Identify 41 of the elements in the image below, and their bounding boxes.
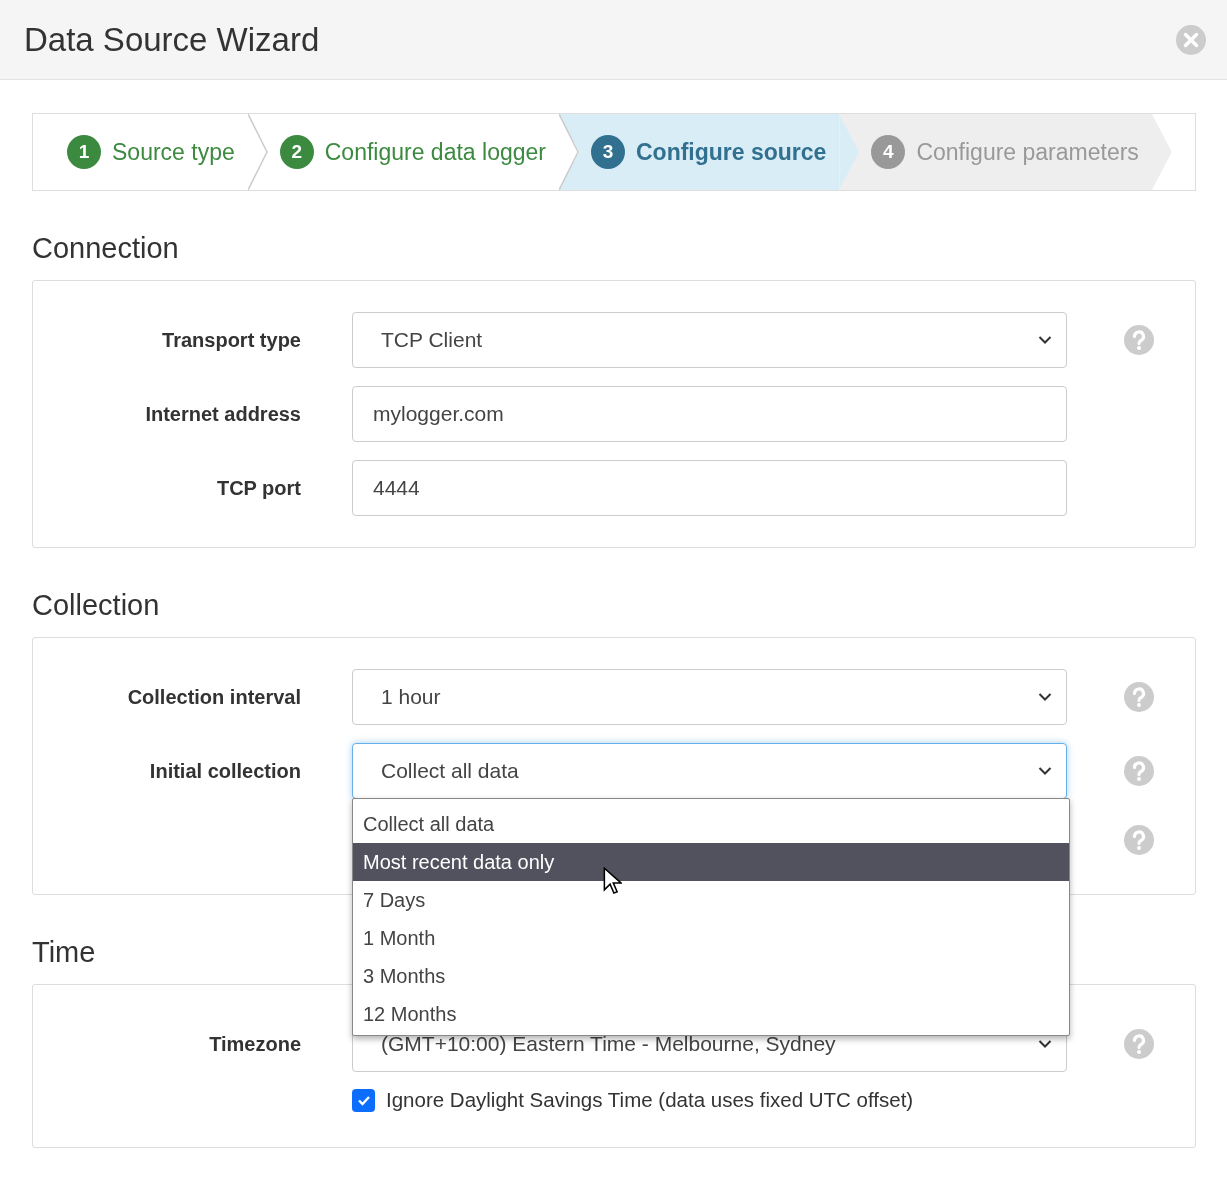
chevron-down-icon (1038, 766, 1052, 776)
field-label: Initial collection (148, 759, 301, 783)
input-field[interactable]: 4444 (352, 460, 1067, 516)
chevron-down-icon (1038, 1039, 1052, 1049)
chevron-down-icon (1038, 335, 1052, 345)
field-label: Collection interval (126, 685, 301, 709)
help-icon[interactable] (1123, 755, 1155, 787)
step-number: 2 (279, 135, 314, 169)
checkbox-label: Ignore Daylight Savings Time (data uses fixed UTC offset) (386, 1088, 914, 1112)
help-icon[interactable] (1123, 824, 1155, 856)
field-label: Timezone (208, 1032, 301, 1056)
step-label: Configure parameters (916, 138, 1139, 166)
field-label: TCP port (215, 476, 301, 500)
section-heading: Connection (32, 231, 179, 265)
field-label: Internet address (144, 402, 301, 426)
step-number: 4 (871, 135, 906, 169)
dropdown-option[interactable]: Collect all data (353, 805, 1069, 843)
select-field[interactable]: TCP Client (352, 312, 1067, 368)
section-heading: Collection (32, 588, 160, 622)
help-icon[interactable] (1123, 1028, 1155, 1060)
step-number: 1 (67, 135, 101, 169)
select-field[interactable]: 1 hour (352, 669, 1067, 725)
help-icon[interactable] (1123, 681, 1155, 713)
cursor-icon (602, 867, 622, 895)
dropdown-option[interactable]: 3 Months (353, 957, 1069, 995)
help-icon[interactable] (1123, 324, 1155, 356)
step-number: 3 (590, 135, 625, 169)
close-icon[interactable] (1175, 23, 1207, 56)
field-label: Transport type (161, 328, 301, 352)
checkbox[interactable] (352, 1088, 375, 1112)
step-label: Configure data logger (324, 138, 546, 166)
step-label: Source type (112, 138, 235, 166)
dropdown-option[interactable]: 1 Month (353, 919, 1069, 957)
step-label: Configure source (635, 138, 827, 166)
input-field[interactable]: mylogger.com (352, 386, 1067, 442)
wizard-step[interactable]: 3 Configure source (558, 114, 840, 190)
window-title: Data Source Wizard (24, 20, 320, 59)
chevron-down-icon (1038, 692, 1052, 702)
dropdown-option[interactable]: 7 Days (353, 881, 1069, 919)
section-heading: Time (32, 935, 96, 969)
select-field[interactable]: Collect all data (352, 743, 1067, 799)
